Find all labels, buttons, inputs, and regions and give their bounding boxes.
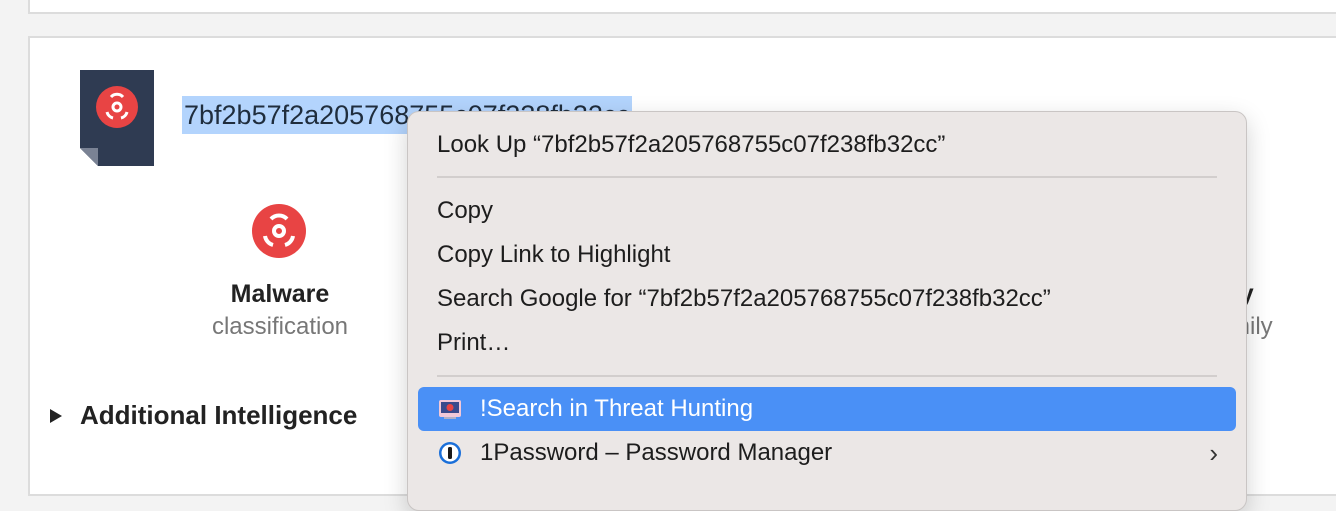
menu-item-label: !Search in Threat Hunting xyxy=(480,395,754,422)
chevron-right-icon: › xyxy=(1209,438,1218,468)
biohazard-icon xyxy=(252,204,306,258)
threat-hunting-icon xyxy=(439,400,461,419)
menu-item-look-up[interactable]: Look Up “7bf2b57f2a205768755c07f238fb32c… xyxy=(418,123,1236,167)
stat-title: Malware xyxy=(230,280,330,308)
additional-intelligence-label: Additional Intelligence xyxy=(80,400,358,430)
stat-subtitle: classification xyxy=(211,313,349,340)
menu-item-label: 1Password – Password Manager xyxy=(480,439,833,466)
menu-item-print[interactable]: Print… xyxy=(418,321,1236,365)
additional-intelligence-toggle[interactable]: Additional Intelligence xyxy=(50,400,357,431)
menu-item-copy[interactable]: Copy xyxy=(418,189,1236,233)
menu-item-search-google[interactable]: Search Google for “7bf2b57f2a205768755c0… xyxy=(418,277,1236,321)
context-menu: Look Up “7bf2b57f2a205768755c07f238fb32c… xyxy=(407,111,1247,511)
disclosure-triangle-icon xyxy=(50,408,62,423)
menu-item-1password[interactable]: 1Password – Password Manager › xyxy=(418,431,1236,475)
stat-classification: Malware classification xyxy=(180,280,380,341)
previous-card xyxy=(28,0,1336,14)
menu-separator xyxy=(437,375,1217,377)
onepassword-icon xyxy=(439,442,461,464)
malicious-file-icon xyxy=(80,70,154,166)
menu-item-copy-link[interactable]: Copy Link to Highlight xyxy=(418,233,1236,277)
menu-separator xyxy=(437,176,1217,178)
menu-item-threat-hunting[interactable]: !Search in Threat Hunting xyxy=(418,387,1236,431)
